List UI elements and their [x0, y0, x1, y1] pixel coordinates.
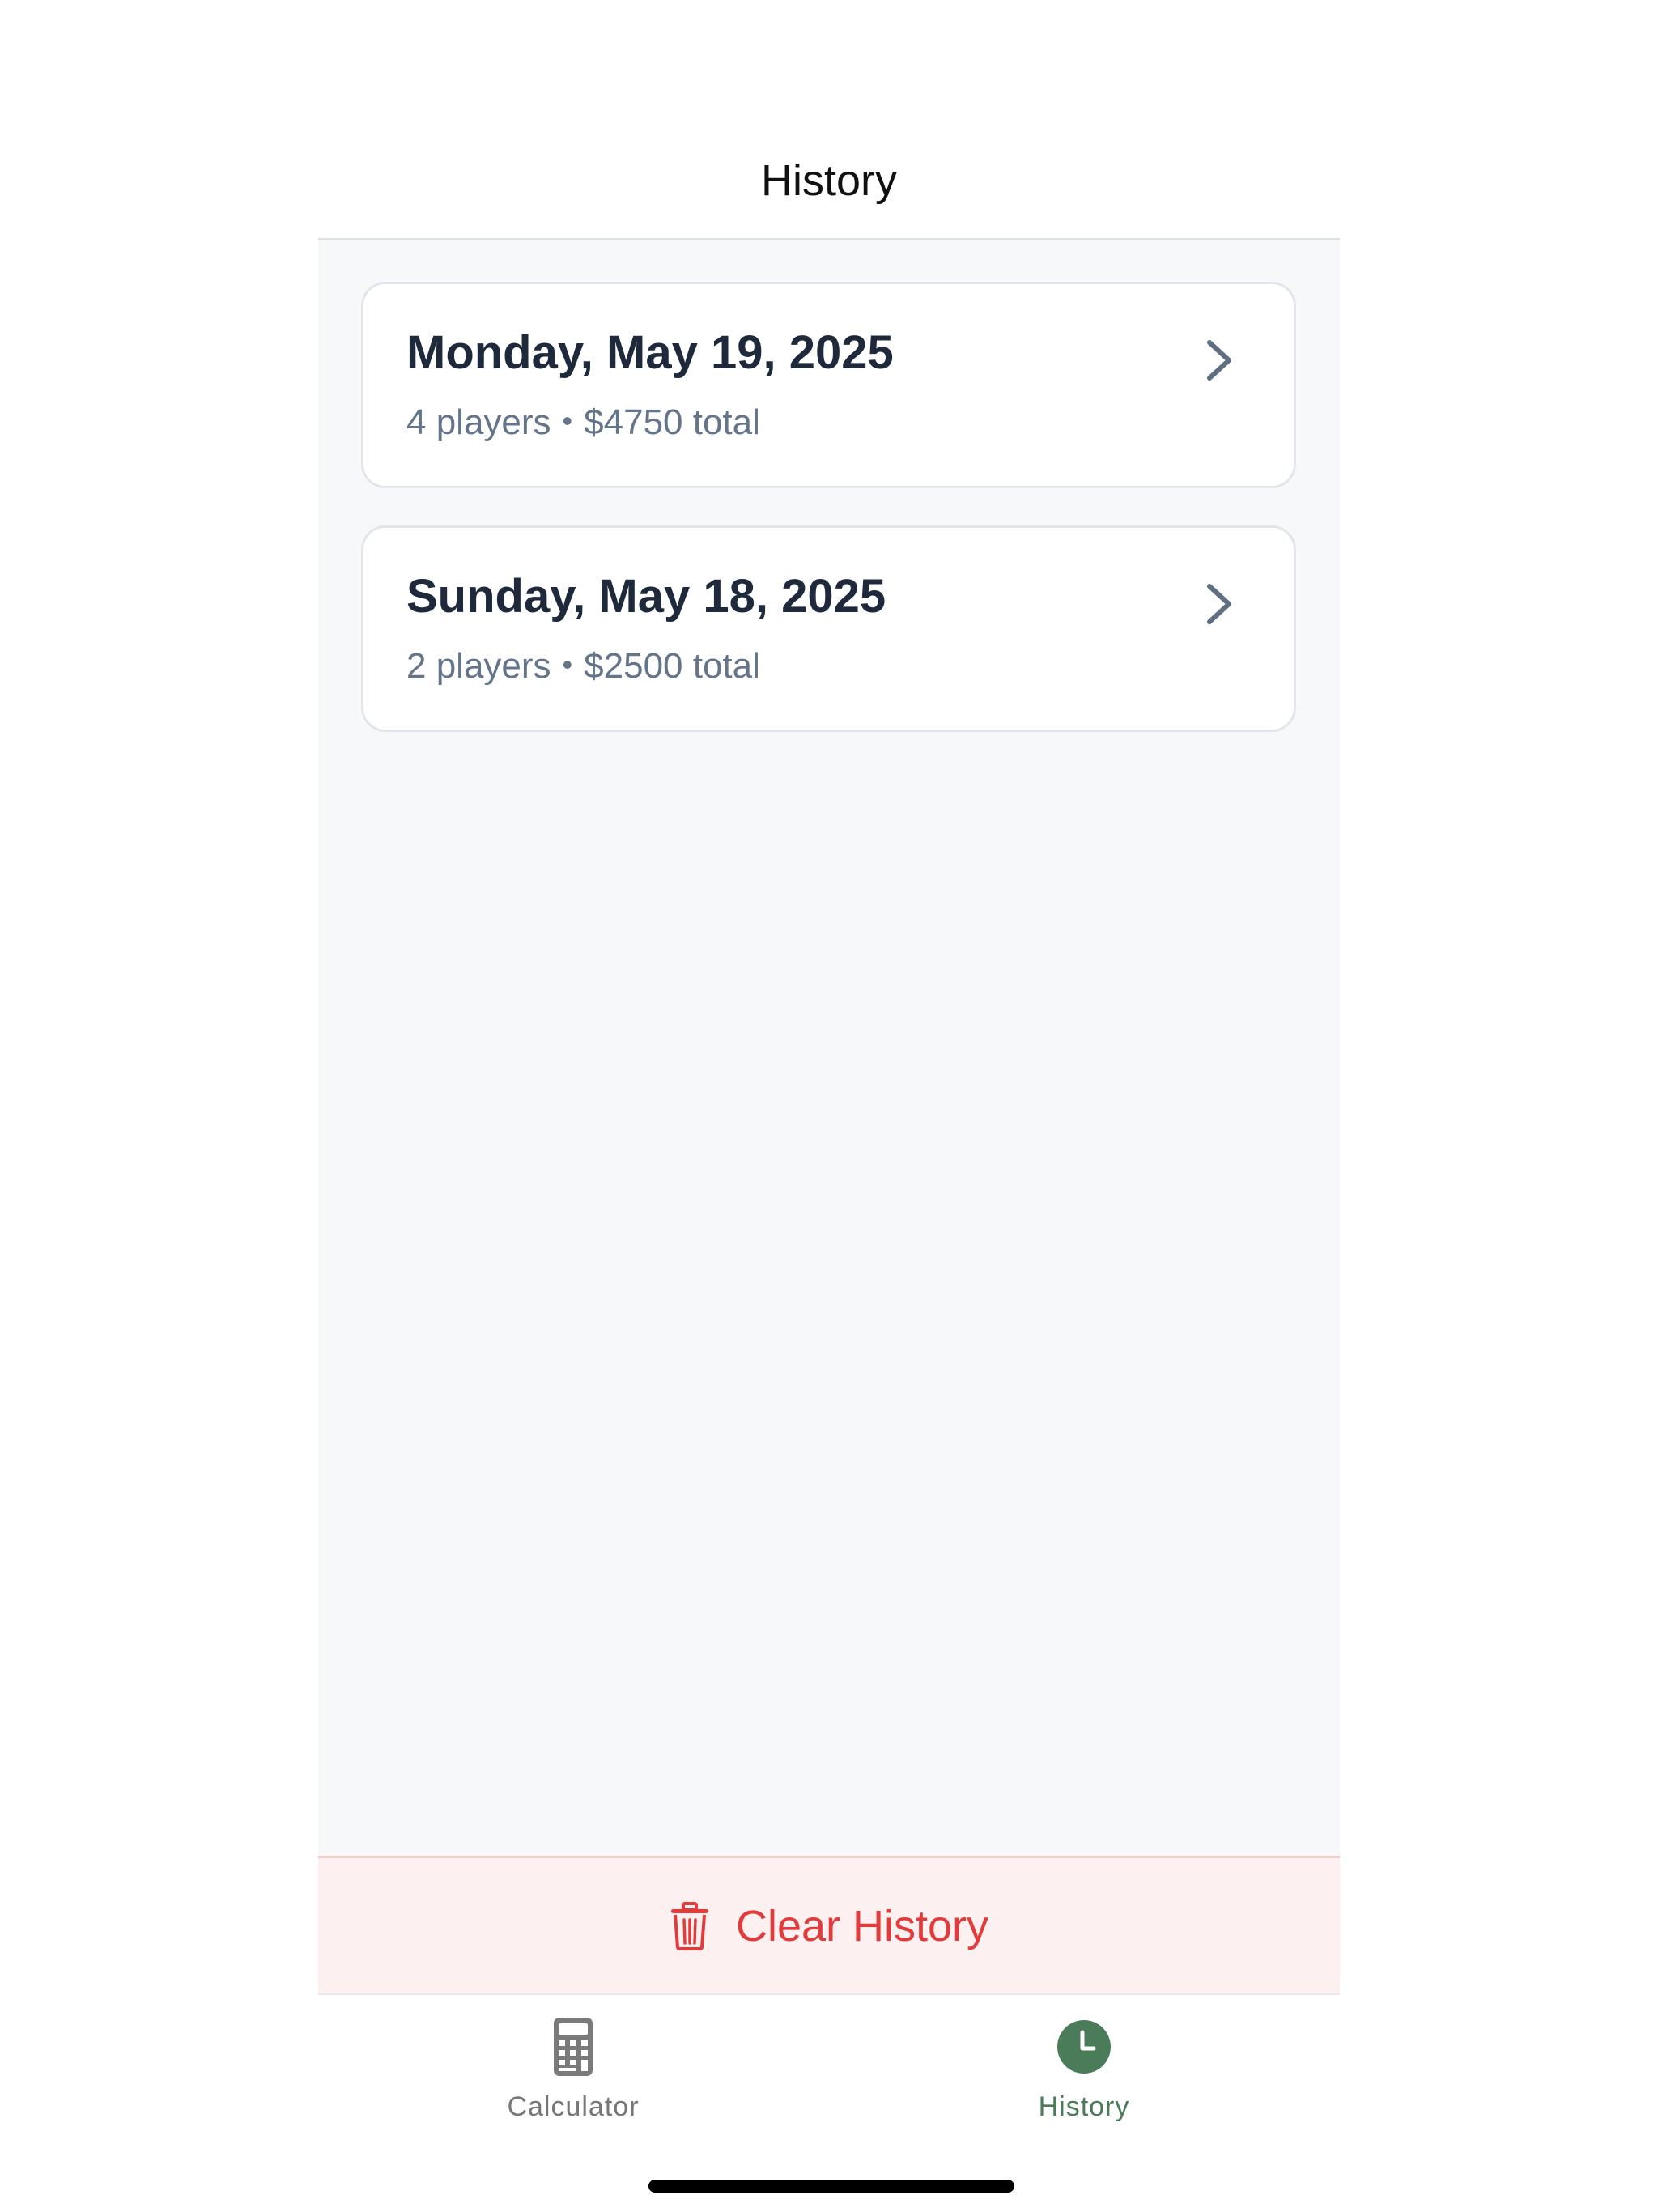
tab-calculator-label: Calculator — [507, 2091, 640, 2122]
trash-icon — [670, 1901, 708, 1950]
summary-separator: • — [562, 648, 573, 681]
clock-icon — [1057, 2020, 1111, 2074]
calculator-icon — [554, 2018, 593, 2076]
session-summary: 4 players • $4750 total — [406, 398, 760, 445]
clear-history-button[interactable]: Clear History — [318, 1858, 1340, 1993]
summary-separator: • — [562, 404, 573, 437]
session-summary: 2 players • $2500 total — [406, 642, 760, 689]
clear-history-bar: Clear History — [318, 1856, 1340, 1995]
home-indicator — [648, 2180, 1014, 2193]
tab-calculator[interactable]: Calculator — [411, 2018, 735, 2147]
navigation-header: History — [318, 0, 1340, 240]
session-total: $2500 total — [584, 646, 760, 686]
tab-history-label: History — [1038, 2091, 1130, 2122]
history-list: Monday, May 19, 2025 4 players • $4750 tot… — [318, 240, 1340, 1856]
session-total: $4750 total — [584, 402, 760, 442]
history-session-card[interactable]: Sunday, May 18, 2025 2 players • $2500 tot… — [361, 525, 1296, 732]
session-player-count: 2 players — [406, 646, 551, 686]
history-screen: History Monday, May 19, 2025 4 players • $… — [318, 0, 1340, 2212]
clear-history-label: Clear History — [735, 1901, 989, 1950]
session-player-count: 4 players — [406, 402, 551, 442]
tab-history[interactable]: History — [922, 2018, 1246, 2147]
chevron-right-icon — [1207, 584, 1231, 624]
chevron-right-icon — [1207, 340, 1231, 381]
session-date: Monday, May 19, 2025 — [406, 326, 894, 379]
history-session-card[interactable]: Monday, May 19, 2025 4 players • $4750 tot… — [361, 282, 1296, 488]
page-title: History — [760, 156, 897, 205]
session-date: Sunday, May 18, 2025 — [406, 570, 886, 623]
